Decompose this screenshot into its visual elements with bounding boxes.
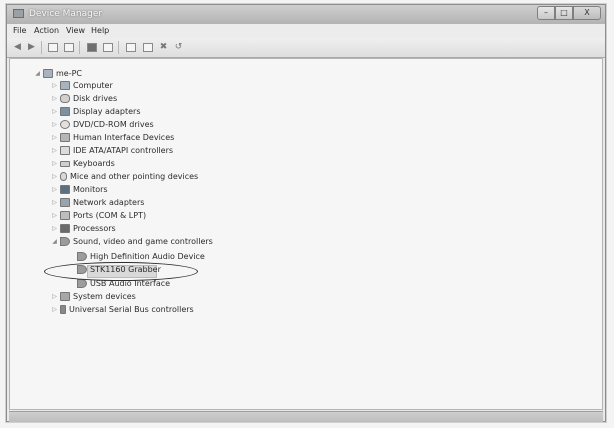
display-adapter-icon (60, 107, 70, 116)
network-adapter-icon (60, 198, 70, 207)
expand-arrow-icon[interactable]: ▷ (51, 173, 58, 180)
maximize-button[interactable]: □ (555, 6, 573, 20)
tree-category-label: Human Interface Devices (73, 133, 175, 142)
expand-arrow-icon[interactable]: ▷ (51, 134, 58, 141)
dvd-drive-icon (60, 120, 70, 129)
tree-category-dvd-drives[interactable]: ▷ DVD/CD-ROM drives (51, 120, 154, 133)
tree-category-display-adapters[interactable]: ▷ Display adapters (51, 107, 141, 120)
disable-icon[interactable]: ↺ (172, 41, 185, 53)
properties-icon[interactable] (62, 41, 75, 53)
keyboard-icon (60, 160, 70, 167)
system-device-icon (60, 292, 70, 301)
expand-arrow-icon[interactable]: ▷ (51, 306, 58, 313)
ide-controller-icon (60, 146, 70, 155)
expand-arrow-icon[interactable]: ▷ (51, 160, 58, 167)
help-icon[interactable] (85, 41, 98, 53)
mouse-icon (60, 172, 67, 181)
tree-category-label: Monitors (73, 185, 108, 194)
tree-category-label: System devices (73, 292, 136, 301)
expand-arrow-icon[interactable]: ▷ (51, 82, 58, 89)
tree-category-label: Keyboards (73, 159, 115, 168)
uninstall-icon[interactable]: ✖ (157, 41, 170, 53)
expand-arrow-icon[interactable]: ▷ (51, 293, 58, 300)
toolbar: ◀ ▶ ✖ ↺ (7, 38, 605, 58)
tree-device-label: High Definition Audio Device (90, 252, 205, 261)
tree-category-system-devices[interactable]: ▷ System devices (51, 292, 136, 305)
scan-hardware-icon[interactable] (124, 41, 137, 53)
update-driver-icon[interactable] (141, 41, 154, 53)
tree-category-label: Network adapters (73, 198, 145, 207)
expand-arrow-icon[interactable]: ▷ (51, 121, 58, 128)
toolbar-separator (41, 41, 42, 54)
tree-category-usb-controllers[interactable]: ▷ Universal Serial Bus controllers (51, 305, 194, 318)
expand-arrow-icon[interactable]: ▷ (51, 108, 58, 115)
port-icon (60, 211, 70, 220)
forward-arrow-icon[interactable]: ▶ (25, 41, 38, 53)
expand-arrow-icon[interactable]: ▷ (51, 199, 58, 206)
expand-arrow-icon[interactable]: ▷ (51, 212, 58, 219)
tree-category-label: Sound, video and game controllers (73, 237, 213, 246)
show-hide-tree-icon[interactable] (46, 41, 59, 53)
tree-category-sound-video-game[interactable]: ◢ Sound, video and game controllers (51, 237, 213, 250)
tree-category-disk-drives[interactable]: ▷ Disk drives (51, 94, 117, 107)
menu-bar: File Action View Help (7, 24, 605, 38)
menu-action[interactable]: Action (34, 26, 59, 35)
usb-icon (60, 305, 66, 314)
tree-category-label: Ports (COM & LPT) (73, 211, 147, 220)
expand-arrow-icon[interactable]: ▷ (51, 95, 58, 102)
tree-category-label: IDE ATA/ATAPI controllers (73, 146, 174, 155)
minimize-button[interactable]: – (537, 6, 555, 20)
annotation-circle (44, 262, 198, 281)
speaker-icon (60, 237, 70, 246)
tree-category-label: Processors (73, 224, 116, 233)
tree-category-label: Computer (73, 81, 113, 90)
tree-category-monitors[interactable]: ▷ Monitors (51, 185, 108, 198)
tree-category-label: DVD/CD-ROM drives (73, 120, 154, 129)
status-bar (9, 411, 603, 422)
toolbar-separator (79, 41, 80, 54)
menu-view[interactable]: View (66, 26, 85, 35)
tree-category-network-adapters[interactable]: ▷ Network adapters (51, 198, 144, 211)
title-bar[interactable]: Device Manager – □ X (7, 5, 605, 25)
tree-category-processors[interactable]: ▷ Processors (51, 224, 116, 237)
tree-category-ide-controllers[interactable]: ▷ IDE ATA/ATAPI controllers (51, 146, 173, 159)
tree-root-label: me-PC (56, 69, 83, 78)
collapse-arrow-icon[interactable]: ◢ (34, 70, 41, 77)
computer-icon (60, 81, 70, 90)
menu-help[interactable]: Help (91, 26, 109, 35)
tree-category-label: Display adapters (73, 107, 141, 116)
hid-icon (60, 133, 70, 142)
menu-file[interactable]: File (13, 26, 26, 35)
device-manager-app-icon (13, 9, 24, 18)
view-icon[interactable] (101, 41, 114, 53)
collapse-arrow-icon[interactable]: ◢ (51, 238, 58, 245)
speaker-icon (77, 252, 87, 261)
tree-category-label: Mice and other pointing devices (70, 172, 199, 181)
processor-icon (60, 224, 70, 233)
back-arrow-icon[interactable]: ◀ (11, 41, 24, 53)
tree-category-label: Universal Serial Bus controllers (69, 305, 194, 314)
expand-arrow-icon[interactable]: ▷ (51, 225, 58, 232)
disk-drive-icon (60, 94, 70, 103)
tree-category-ports[interactable]: ▷ Ports (COM & LPT) (51, 211, 146, 224)
window-title: Device Manager (29, 9, 103, 19)
tree-category-human-interface-devices[interactable]: ▷ Human Interface Devices (51, 133, 174, 146)
tree-category-keyboards[interactable]: ▷ Keyboards (51, 159, 115, 172)
toolbar-separator (118, 41, 119, 54)
tree-category-mice[interactable]: ▷ Mice and other pointing devices (51, 172, 198, 185)
monitor-icon (60, 185, 70, 194)
expand-arrow-icon[interactable]: ▷ (51, 147, 58, 154)
speaker-icon (77, 279, 87, 288)
tree-category-label: Disk drives (73, 94, 118, 103)
tree-category-computer[interactable]: ▷ Computer (51, 81, 113, 94)
computer-icon (43, 69, 53, 78)
close-button[interactable]: X (573, 6, 601, 20)
expand-arrow-icon[interactable]: ▷ (51, 186, 58, 193)
